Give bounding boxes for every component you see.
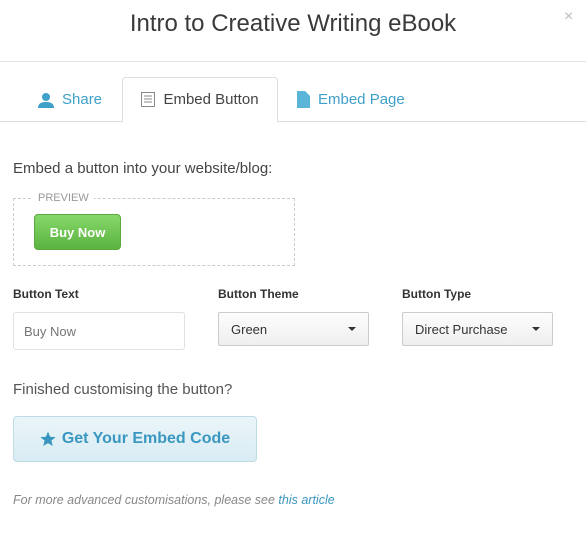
close-icon[interactable]: × (564, 8, 573, 26)
theme-value: Green (231, 321, 268, 337)
chevron-down-icon (348, 327, 356, 331)
button-theme-label: Button Theme (218, 287, 299, 301)
star-icon (40, 431, 56, 446)
document-icon (297, 91, 310, 108)
button-text-input[interactable] (13, 312, 185, 350)
tab-share[interactable]: Share (38, 77, 102, 122)
footer-note: For more advanced customisations, please… (13, 493, 335, 507)
tab-embed-button[interactable]: Embed Button (122, 77, 278, 122)
get-embed-code-button[interactable]: Get Your Embed Code (13, 416, 257, 462)
intro-text: Embed a button into your website/blog: (13, 160, 273, 177)
button-type-label: Button Type (402, 287, 472, 301)
type-value: Direct Purchase (415, 321, 508, 337)
button-theme-select[interactable]: Green (218, 312, 369, 346)
list-icon (141, 92, 156, 107)
user-icon (38, 92, 54, 108)
finished-prompt: Finished customising the button? (13, 381, 233, 398)
tab-embed-page[interactable]: Embed Page (297, 77, 405, 122)
footer-text: For more advanced customisations, please… (13, 493, 279, 507)
tab-label: Share (62, 91, 103, 108)
this-article-link[interactable]: this article (278, 493, 334, 507)
button-text-label: Button Text (13, 287, 79, 301)
preview-label: PREVIEW (33, 192, 94, 204)
embed-button-label: Get Your Embed Code (61, 430, 231, 447)
button-type-select[interactable]: Direct Purchase (402, 312, 553, 346)
header-divider (0, 61, 586, 62)
chevron-down-icon (532, 327, 540, 331)
buy-now-preview-button[interactable]: Buy Now (34, 214, 121, 250)
dialog-title: Intro to Creative Writing eBook (129, 10, 457, 37)
tab-label: Embed Button (163, 91, 259, 108)
tab-label: Embed Page (318, 91, 405, 108)
